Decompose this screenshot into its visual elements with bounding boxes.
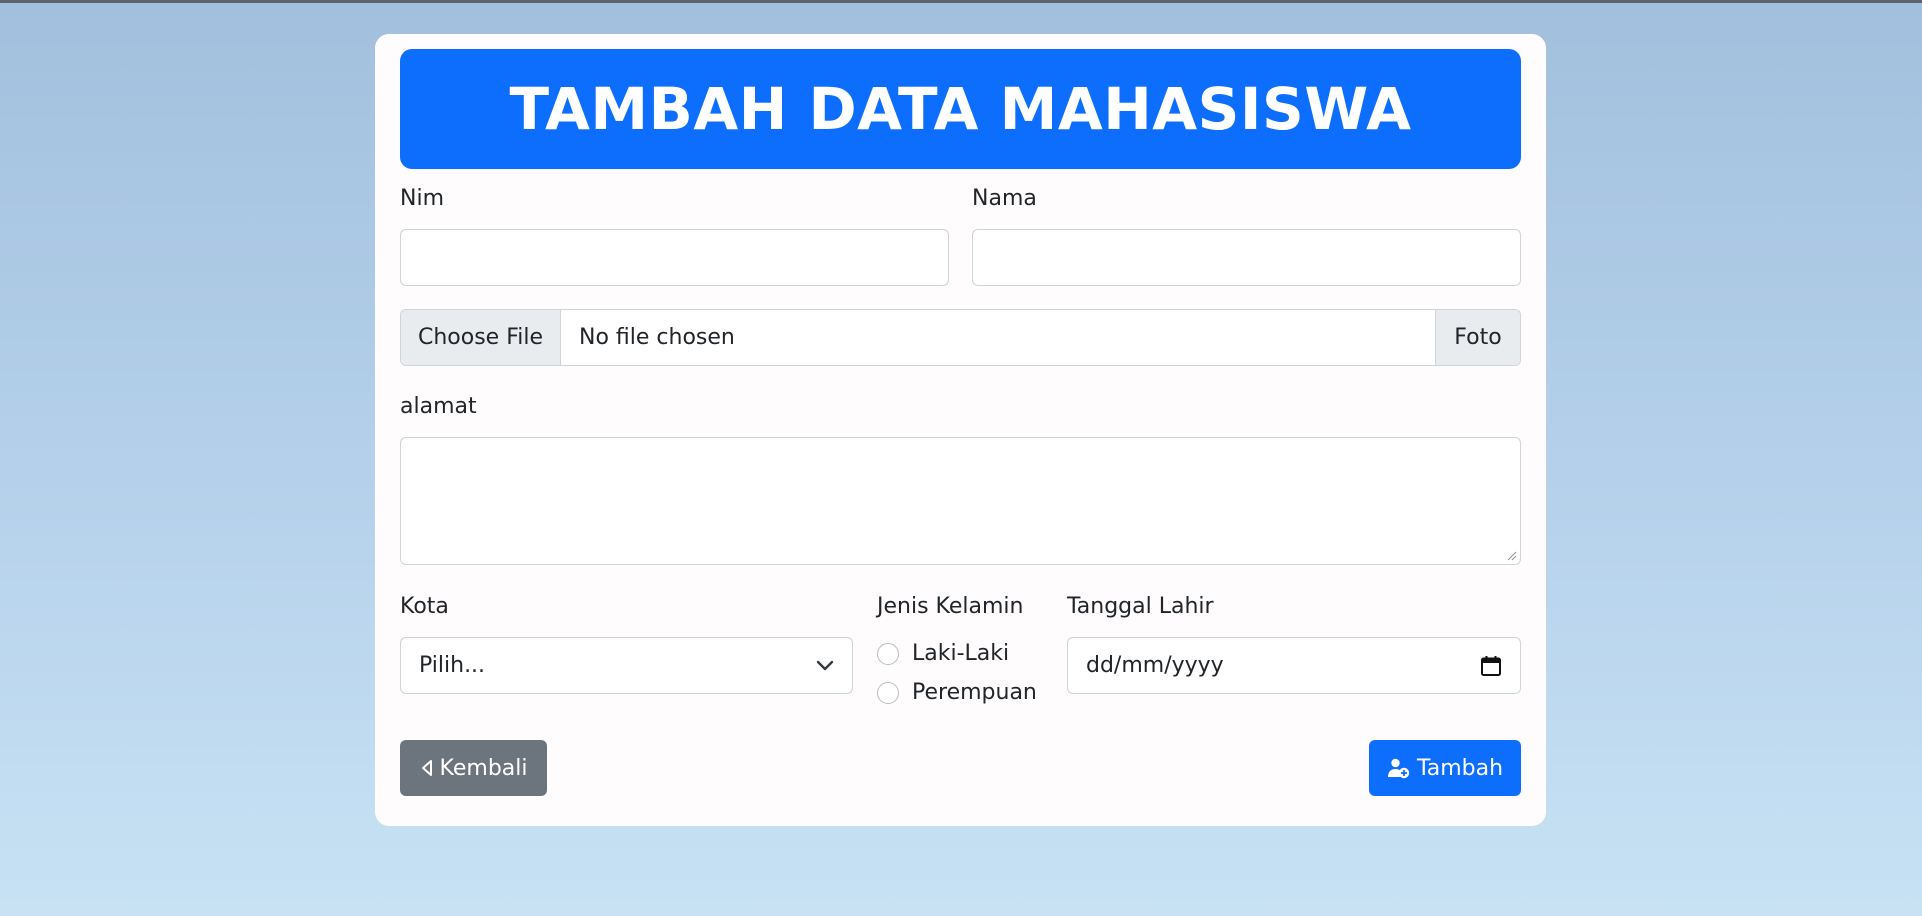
tanggal-lahir-input[interactable]: dd/mm/yyyy bbox=[1067, 637, 1521, 694]
nim-input[interactable] bbox=[400, 229, 949, 286]
kota-select[interactable]: Pilih... bbox=[400, 637, 853, 694]
add-button-label: Tambah bbox=[1416, 755, 1504, 781]
radio-label-perempuan: Perempuan bbox=[912, 680, 1037, 705]
caret-left-icon bbox=[420, 759, 434, 777]
alamat-textarea[interactable] bbox=[400, 437, 1521, 565]
file-name-text: No file chosen bbox=[579, 325, 735, 350]
radio-laki-laki[interactable]: Laki-Laki bbox=[877, 641, 1009, 666]
kota-label: Kota bbox=[400, 594, 449, 619]
chevron-down-icon bbox=[816, 660, 834, 670]
back-button-label: Kembali bbox=[439, 755, 528, 781]
form-card: TAMBAH DATA MAHASISWA Nim Nama Choose Fi… bbox=[375, 34, 1546, 826]
page-title: TAMBAH DATA MAHASISWA bbox=[509, 75, 1412, 143]
add-button[interactable]: Tambah bbox=[1369, 740, 1521, 796]
nama-input[interactable] bbox=[972, 229, 1521, 286]
calendar-icon[interactable] bbox=[1480, 655, 1502, 677]
radio-perempuan[interactable]: Perempuan bbox=[877, 680, 1037, 705]
user-plus-icon bbox=[1387, 757, 1411, 779]
tanggal-lahir-label: Tanggal Lahir bbox=[1067, 594, 1214, 619]
window-top-border bbox=[0, 0, 1922, 3]
radio-button[interactable] bbox=[877, 681, 899, 704]
jenis-kelamin-label: Jenis Kelamin bbox=[877, 594, 1024, 619]
date-placeholder: dd/mm/yyyy bbox=[1086, 653, 1224, 678]
choose-file-button[interactable]: Choose File bbox=[401, 310, 561, 365]
radio-button[interactable] bbox=[877, 642, 899, 665]
nim-label: Nim bbox=[400, 186, 444, 211]
page-header: TAMBAH DATA MAHASISWA bbox=[400, 49, 1521, 169]
resize-grip-icon[interactable] bbox=[1507, 551, 1517, 561]
alamat-label: alamat bbox=[400, 394, 477, 419]
kota-selected-value: Pilih... bbox=[419, 653, 486, 678]
foto-addon-label: Foto bbox=[1435, 310, 1520, 365]
nama-label: Nama bbox=[972, 186, 1037, 211]
radio-label-laki-laki: Laki-Laki bbox=[912, 641, 1010, 666]
back-button[interactable]: Kembali bbox=[400, 740, 547, 796]
foto-file-input[interactable]: Choose File No file chosen Foto bbox=[400, 309, 1521, 366]
